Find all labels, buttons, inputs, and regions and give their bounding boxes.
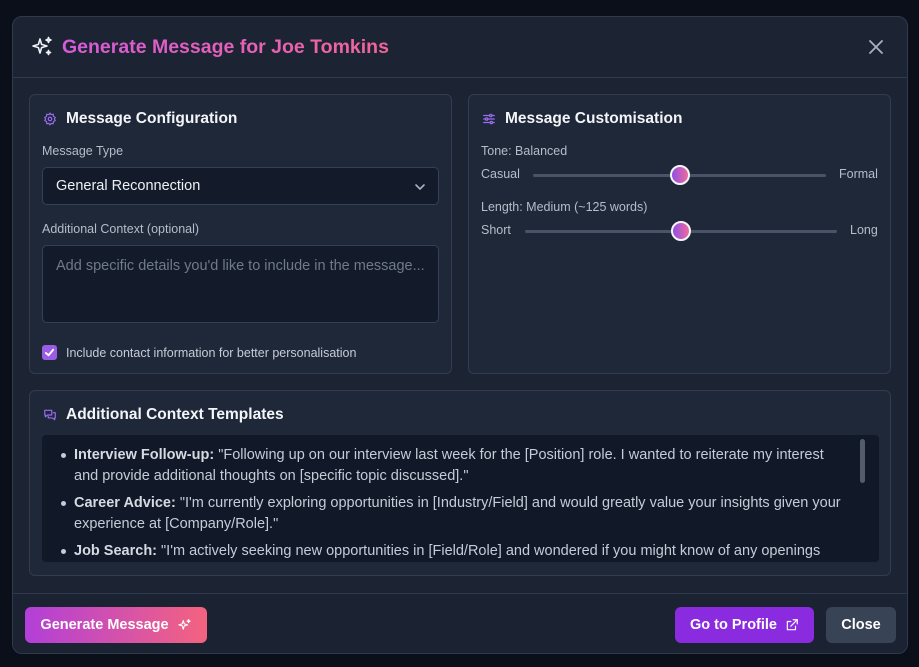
modal-footer: Generate Message Go to Profile Close <box>13 593 907 653</box>
generate-message-modal: Generate Message for Joe Tomkins Message… <box>12 16 908 654</box>
sparkles-icon <box>177 618 191 630</box>
sliders-icon <box>483 113 495 125</box>
message-customisation-card: Message Customisation Tone: Balanced Cas… <box>468 94 891 374</box>
message-customisation-title: Message Customisation <box>505 110 683 127</box>
context-templates-title: Additional Context Templates <box>66 406 284 423</box>
generate-message-button[interactable]: Generate Message <box>25 607 207 643</box>
chat-bubbles-icon <box>44 409 56 421</box>
context-templates-card: Additional Context Templates Interview F… <box>29 390 891 576</box>
external-link-icon <box>786 619 798 631</box>
chevron-down-icon <box>415 184 425 191</box>
tone-slider-thumb[interactable] <box>669 165 690 185</box>
additional-context-label: Additional Context (optional) <box>42 222 200 236</box>
include-contact-row[interactable]: Include contact information for better p… <box>42 345 356 360</box>
message-configuration-card: Message Configuration Message Type Gener… <box>29 94 452 374</box>
templates-list: Interview Follow-up: "Following up on ou… <box>42 435 879 562</box>
length-max-label: Long <box>850 223 878 237</box>
length-slider-thumb[interactable] <box>671 221 691 241</box>
template-name: Job Search: <box>74 543 157 559</box>
close-button[interactable]: Close <box>826 607 896 643</box>
message-configuration-title: Message Configuration <box>66 110 238 127</box>
template-text: "I'm currently exploring opportunities i… <box>74 495 841 532</box>
go-to-profile-label: Go to Profile <box>690 617 777 633</box>
gear-icon <box>43 112 57 126</box>
generate-message-label: Generate Message <box>40 617 169 633</box>
tone-label: Tone: Balanced <box>481 144 568 158</box>
additional-context-placeholder: Add specific details you'd like to inclu… <box>56 258 425 274</box>
check-icon <box>44 348 55 357</box>
modal-header: Generate Message for Joe Tomkins <box>13 17 907 78</box>
tone-slider[interactable]: Casual Formal <box>481 165 878 185</box>
close-icon[interactable] <box>867 38 885 56</box>
tone-max-label: Formal <box>839 167 878 181</box>
include-contact-checkbox[interactable] <box>42 345 57 360</box>
context-templates-title-row: Additional Context Templates <box>43 406 284 424</box>
length-label: Length: Medium (~125 words) <box>481 200 648 214</box>
modal-title: Generate Message for Joe Tomkins <box>62 35 389 58</box>
length-slider[interactable]: Short Long <box>481 221 878 241</box>
templates-list-box[interactable]: Interview Follow-up: "Following up on ou… <box>42 435 879 562</box>
length-min-label: Short <box>481 223 511 237</box>
message-type-select[interactable]: General Reconnection <box>42 167 439 205</box>
template-name: Career Advice: <box>74 495 176 511</box>
tone-min-label: Casual <box>481 167 520 181</box>
message-type-value: General Reconnection <box>56 178 201 194</box>
template-item-interview[interactable]: Interview Follow-up: "Following up on ou… <box>61 445 849 486</box>
message-type-label: Message Type <box>42 144 124 158</box>
go-to-profile-button[interactable]: Go to Profile <box>675 607 814 643</box>
message-customisation-title-row: Message Customisation <box>482 110 682 128</box>
template-text: "I'm actively seeking new opportunities … <box>161 543 821 559</box>
template-item-career-advice[interactable]: Career Advice: "I'm currently exploring … <box>61 493 849 534</box>
templates-scrollbar[interactable] <box>860 439 865 483</box>
message-configuration-title-row: Message Configuration <box>43 110 237 128</box>
template-name: Interview Follow-up: <box>74 447 215 463</box>
additional-context-input[interactable]: Add specific details you'd like to inclu… <box>42 245 439 323</box>
close-button-label: Close <box>841 617 881 633</box>
include-contact-label: Include contact information for better p… <box>66 345 357 360</box>
template-item-job-search[interactable]: Job Search: "I'm actively seeking new op… <box>61 541 849 562</box>
sparkles-icon <box>32 36 52 56</box>
